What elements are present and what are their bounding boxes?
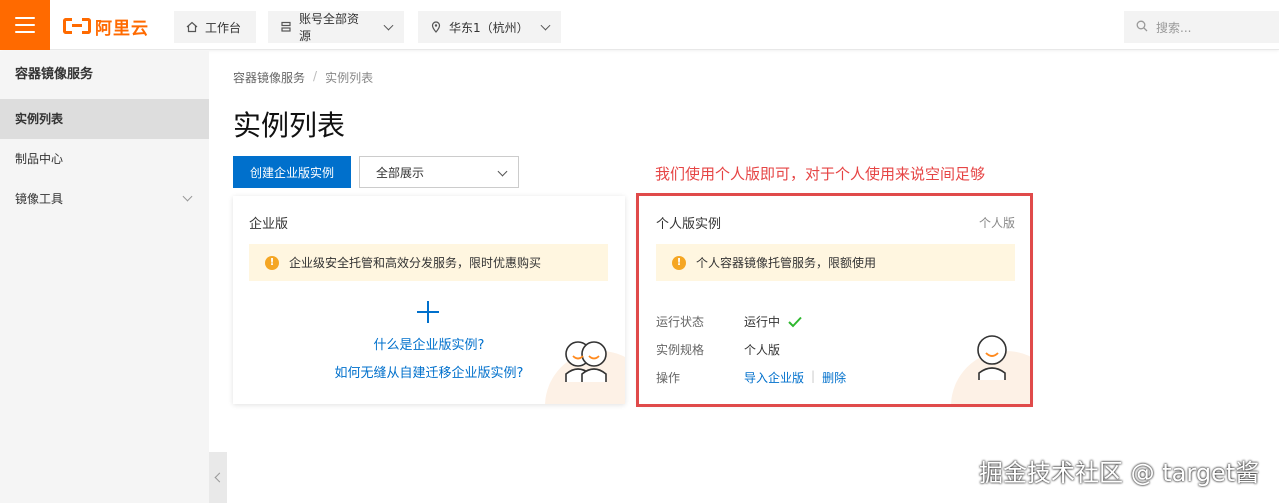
sidebar-title: 容器镜像服务 <box>15 67 94 82</box>
enterprise-notice: ! 企业级安全托管和高效分发服务，限时优惠购买 <box>249 244 608 281</box>
sidebar-collapse-handle[interactable] <box>209 452 227 503</box>
region-dropdown[interactable]: 华东1（杭州） <box>418 11 561 43</box>
logo-text: 阿里云 <box>95 18 149 39</box>
watermark-text: 掘金技术社区 @ target酱 <box>979 459 1260 487</box>
sidebar: 容器镜像服务 实例列表 制品中心 镜像工具 <box>0 51 209 503</box>
sidebar-item-artifact-center[interactable]: 制品中心 <box>0 139 209 179</box>
page-title: 实例列表 <box>233 109 346 142</box>
list-icon <box>280 21 292 33</box>
sidebar-item-instance-list[interactable]: 实例列表 <box>0 99 209 139</box>
two-people-illustration-icon <box>565 341 607 382</box>
workbench-button[interactable]: 工作台 <box>174 11 256 43</box>
menu-icon-line <box>15 24 35 26</box>
hamburger-menu-button[interactable] <box>0 0 50 50</box>
resources-label: 账号全部资源 <box>299 12 360 43</box>
menu-icon-line <box>15 17 35 19</box>
sidebar-item-label: 制品中心 <box>15 152 64 166</box>
aliyun-logo[interactable]: 阿里云 <box>63 14 149 39</box>
enterprise-edition-card: 企业版 ! 企业级安全托管和高效分发服务，限时优惠购买 什么是企业版实例? 如何… <box>233 196 625 404</box>
sidebar-item-image-tools[interactable]: 镜像工具 <box>0 179 209 219</box>
filter-select[interactable]: 全部展示 <box>359 156 519 188</box>
region-label: 华东1（杭州） <box>449 20 529 35</box>
aliyun-logo-icon <box>63 16 91 36</box>
filter-select-value: 全部展示 <box>376 165 425 180</box>
resources-dropdown[interactable]: 账号全部资源 <box>268 11 404 43</box>
chevron-down-icon <box>497 166 508 177</box>
top-navigation-bar: 阿里云 工作台 账号全部资源 华东1（杭州） 搜索... <box>0 0 1279 50</box>
chevron-down-icon <box>383 20 394 30</box>
create-enterprise-instance-button[interactable]: 创建企业版实例 <box>233 156 351 188</box>
enterprise-notice-text: 企业级安全托管和高效分发服务，限时优惠购买 <box>289 256 542 270</box>
search-input[interactable]: 搜索... <box>1124 11 1279 43</box>
chevron-left-icon <box>214 472 225 483</box>
location-pin-icon <box>430 21 442 33</box>
breadcrumb-root-link[interactable]: 容器镜像服务 <box>233 69 305 86</box>
chevron-down-icon <box>540 20 551 30</box>
home-icon <box>186 21 198 33</box>
chevron-down-icon <box>182 191 193 202</box>
warning-icon: ! <box>265 255 279 270</box>
breadcrumb-separator: / <box>313 69 318 83</box>
annotation-highlight-box <box>636 193 1033 407</box>
annotation-text: 我们使用个人版即可，对于个人使用来说空间足够 <box>655 165 986 183</box>
search-placeholder: 搜索... <box>1156 20 1192 35</box>
breadcrumb: 容器镜像服务 / 实例列表 <box>233 69 373 86</box>
workbench-label: 工作台 <box>205 20 242 35</box>
menu-icon-line <box>15 31 35 33</box>
add-icon[interactable] <box>417 301 439 323</box>
breadcrumb-current: 实例列表 <box>325 71 374 85</box>
sidebar-item-label: 实例列表 <box>15 112 64 126</box>
search-icon <box>1136 20 1148 35</box>
enterprise-card-title: 企业版 <box>249 217 289 232</box>
sidebar-item-label: 镜像工具 <box>15 192 64 206</box>
